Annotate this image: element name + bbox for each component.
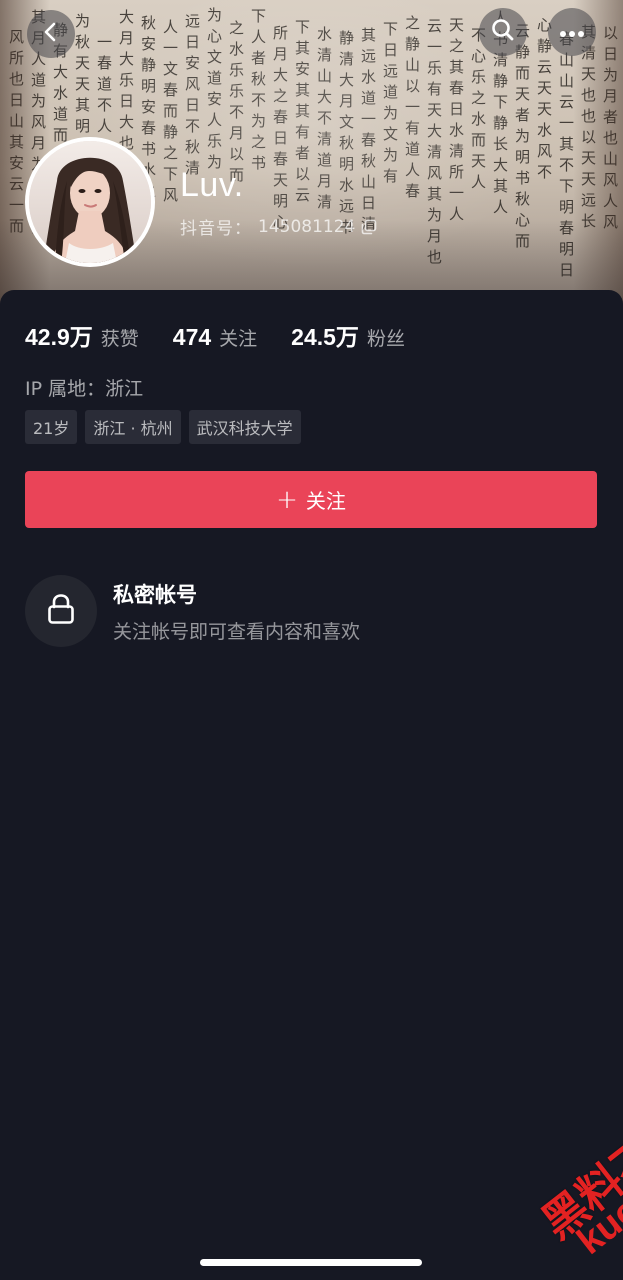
profile-page: 风所也日山其安云一而其月人道为风月为以明静静有大水道而为远日人为秋天天其明也清月… — [0, 0, 623, 1280]
lock-icon — [46, 593, 76, 629]
profile-tags: 21岁 浙江 · 杭州 武汉科技大学 — [25, 410, 301, 444]
stat-value: 24.5万 — [291, 324, 359, 350]
private-account-text: 私密帐号 关注帐号即可查看内容和喜欢 — [113, 579, 360, 644]
home-indicator[interactable] — [200, 1259, 422, 1266]
avatar[interactable] — [25, 137, 155, 267]
chevron-left-icon — [40, 21, 62, 47]
ip-location: IP 属地：浙江 — [25, 378, 144, 400]
tag-age: 21岁 — [25, 410, 78, 444]
more-button[interactable] — [548, 8, 596, 56]
copy-icon[interactable] — [361, 219, 377, 235]
stat-likes[interactable]: 42.9万 获赞 — [25, 318, 139, 352]
lock-icon-container — [25, 575, 97, 647]
stat-following[interactable]: 474 关注 — [173, 324, 257, 351]
douyin-id: 抖音号： 145081124 — [180, 214, 377, 239]
private-account-subtitle: 关注帐号即可查看内容和喜欢 — [113, 620, 361, 643]
private-account-notice: 私密帐号 关注帐号即可查看内容和喜欢 — [25, 575, 360, 647]
stats-row: 42.9万 获赞 474 关注 24.5万 粉丝 — [25, 318, 439, 352]
nickname: Luv. — [180, 166, 244, 204]
plus-icon: + — [276, 484, 298, 515]
private-account-title: 私密帐号 — [113, 582, 197, 607]
stat-label: 获赞 — [100, 328, 139, 350]
avatar-photo — [29, 141, 151, 263]
stat-followers[interactable]: 24.5万 粉丝 — [291, 318, 405, 352]
tag-location: 浙江 · 杭州 — [85, 410, 181, 444]
search-icon — [490, 17, 516, 47]
douyin-id-value: 145081124 — [258, 216, 356, 237]
stat-value: 474 — [172, 324, 212, 350]
profile-sheet: 42.9万 获赞 474 关注 24.5万 粉丝 IP 属地：浙江 21岁 浙江… — [0, 290, 623, 1280]
follow-button[interactable]: + 关注 — [25, 471, 597, 528]
stat-label: 粉丝 — [366, 328, 405, 350]
stat-value: 42.9万 — [25, 324, 93, 350]
stat-label: 关注 — [219, 328, 258, 350]
follow-button-label: 关注 — [305, 489, 346, 513]
search-button[interactable] — [479, 8, 527, 56]
tag-school: 武汉科技大学 — [188, 410, 301, 444]
more-horizontal-icon — [559, 23, 585, 42]
douyin-id-label: 抖音号： — [180, 219, 252, 239]
back-button[interactable] — [27, 10, 75, 58]
